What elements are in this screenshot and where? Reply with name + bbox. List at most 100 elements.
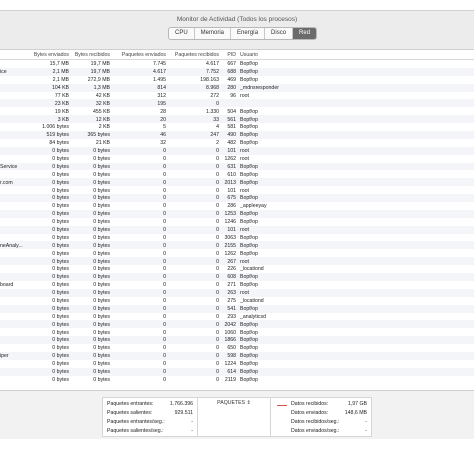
table-row[interactable]: 84 bytes 21 KB 32 2 482 Bopf/op <box>0 139 474 147</box>
cell-packets-received: 0 <box>216 337 219 344</box>
table-row[interactable]: 0 bytes 0 bytes 0 0 293 _analyticsd <box>0 313 474 321</box>
cell-bytes-sent: 0 bytes <box>52 155 69 162</box>
cell-bytes-received: 0 bytes <box>93 163 110 170</box>
table-row[interactable]: 519 bytes 365 bytes 46 247 490 Bopf/op <box>0 131 474 139</box>
packets-in-stat: Paquetes entrantes: 1.766.396 <box>107 400 193 408</box>
table-row[interactable]: r.com 0 bytes 0 bytes 0 0 2013 Bopf/op <box>0 178 474 187</box>
cell-pid: 275 <box>227 298 236 305</box>
table-row[interactable]: 0 bytes 0 bytes 0 0 610 Bopf/op <box>0 170 474 178</box>
table-row[interactable]: iper 0 bytes 0 bytes 0 0 598 Bopf/op <box>0 351 474 360</box>
column-packets-sent[interactable]: Paquetes enviados <box>122 52 166 58</box>
table-row[interactable]: 3 KB 12 KB 20 33 561 Bopf/op <box>0 115 474 124</box>
table-row[interactable]: 0 bytes 0 bytes 0 0 226 _locationd <box>0 265 474 273</box>
data-panel: Datos recibidos: 1,97 GB Datos enviados:… <box>270 397 372 437</box>
table-row[interactable]: 0 bytes 0 bytes 0 0 1262 Bopf/op <box>0 249 474 257</box>
table-row[interactable]: 104 KB 1,3 MB 814 8.968 280 _mdnsresponder <box>0 83 474 92</box>
packets-in-label: Paquetes entrantes: <box>107 401 154 407</box>
cell-bytes-sent: 0 bytes <box>52 250 69 257</box>
cell-user: Bopf/op <box>240 353 258 360</box>
cell-bytes-sent: 19 KB <box>54 108 69 115</box>
cell-bytes-received: 21 KB <box>95 140 110 147</box>
cell-bytes-received: 0 bytes <box>93 353 110 360</box>
packets-out-per-sec-value: - <box>191 428 193 434</box>
cell-bytes-received: 0 bytes <box>93 345 110 352</box>
table-row[interactable]: 0 bytes 0 bytes 0 0 3063 Bopf/op <box>0 234 474 242</box>
cell-user: Bopf/op <box>240 179 258 186</box>
table-row[interactable]: 0 bytes 0 bytes 0 0 267 root <box>0 257 474 266</box>
table-row[interactable]: 0 bytes 0 bytes 0 0 2042 Bopf/op <box>0 320 474 329</box>
table-row[interactable]: ice 2,1 MB 19,7 MB 4.617 7.752 688 Bopf/op <box>0 67 474 76</box>
cell-bytes-received: 0 bytes <box>93 211 110 218</box>
table-row[interactable]: 0 bytes 0 bytes 0 0 1060 Bopf/op <box>0 328 474 336</box>
cell-user: root <box>240 92 249 99</box>
column-user[interactable]: Usuario <box>240 52 258 58</box>
cell-packets-received: 4 <box>216 124 219 131</box>
table-row[interactable]: Service 0 bytes 0 bytes 0 0 631 Bopf/op <box>0 162 474 171</box>
cell-packets-sent: 0 <box>163 227 166 233</box>
cell-pid: 2155 <box>224 242 236 249</box>
table-row[interactable]: board 0 bytes 0 bytes 0 0 271 Bopf/op <box>0 281 474 289</box>
table-row[interactable]: 0 bytes 0 bytes 0 0 541 Bopf/op <box>0 304 474 313</box>
cell-packets-sent: 0 <box>163 242 166 249</box>
cell-bytes-sent: 0 bytes <box>52 282 69 289</box>
table-row[interactable]: 0 bytes 0 bytes 0 0 1246 Bopf/op <box>0 218 474 226</box>
table-row[interactable]: 0 bytes 0 bytes 0 0 1253 Bopf/op <box>0 209 474 218</box>
table-row[interactable]: 19 KB 455 KB 28 1.330 504 Bopf/op <box>0 107 474 115</box>
cell-packets-sent: 0 <box>163 155 166 162</box>
column-bytes-sent[interactable]: Bytes enviados <box>34 52 69 58</box>
data-sent-per-sec-stat: Datos enviados/seg.: - <box>291 427 367 435</box>
cell-pid: 267 <box>227 258 236 265</box>
cell-packets-sent: 0 <box>163 361 166 368</box>
cell-packets-received: 0 <box>216 187 219 194</box>
tab-energy[interactable]: Energía <box>231 28 266 39</box>
table-row[interactable]: 0 bytes 0 bytes 0 0 1224 Bopf/op <box>0 360 474 368</box>
tab-network[interactable]: Red <box>293 28 317 39</box>
table-row[interactable]: 77 KB 42 KB 312 272 96 root <box>0 92 474 100</box>
column-bytes-received[interactable]: Bytes recibidos <box>75 52 110 58</box>
cell-pid: 101 <box>227 187 236 194</box>
cell-bytes-received: 0 bytes <box>93 369 110 376</box>
cell-bytes-sent: 0 bytes <box>52 290 69 297</box>
table-row[interactable]: 0 bytes 0 bytes 0 0 101 root <box>0 186 474 194</box>
cell-user: root <box>240 148 249 155</box>
table-row[interactable]: 0 bytes 0 bytes 0 0 608 Bopf/op <box>0 273 474 281</box>
table-row[interactable]: 0 bytes 0 bytes 0 0 650 Bopf/op <box>0 344 474 352</box>
cell-pid: 631 <box>227 163 236 170</box>
cell-bytes-sent: 0 bytes <box>52 329 69 336</box>
table-row[interactable]: 23 KB 32 KB 195 0 <box>0 99 474 108</box>
tab-cpu[interactable]: CPU <box>169 28 195 39</box>
table-row[interactable]: neAnaly... 0 bytes 0 bytes 0 0 2155 Bopf/op <box>0 241 474 250</box>
table-row[interactable]: 1.006 bytes 2 KB 5 4 581 Bopf/op <box>0 123 474 131</box>
table-row[interactable]: 0 bytes 0 bytes 0 0 275 _locationd <box>0 297 474 305</box>
table-row[interactable]: 0 bytes 0 bytes 0 0 2119 Bopf/op <box>0 376 474 384</box>
table-row[interactable]: 0 bytes 0 bytes 0 0 1866 Bopf/op <box>0 336 474 345</box>
cell-bytes-received: 1,3 MB <box>93 84 110 91</box>
cell-packets-received: 0 <box>216 242 219 249</box>
graph-mode-selector[interactable]: PAQUETES ⇕ <box>198 400 270 406</box>
table-row[interactable]: 0 bytes 0 bytes 0 0 286 _appleeyay <box>0 202 474 210</box>
cell-user: root <box>240 290 249 297</box>
cell-packets-sent: 0 <box>163 337 166 344</box>
tab-memory[interactable]: Memoria <box>195 28 232 39</box>
table-row[interactable]: 0 bytes 0 bytes 0 0 101 root <box>0 146 474 155</box>
cell-user: _mdnsresponder <box>240 84 279 91</box>
table-row[interactable]: 15,7 MB 19,7 MB 7.745 4.617 667 Bopf/op <box>0 60 474 68</box>
graph-panel: PAQUETES ⇕ <box>197 397 271 437</box>
cell-packets-sent: 0 <box>163 179 166 186</box>
tab-disk[interactable]: Disco <box>265 28 294 39</box>
column-pid[interactable]: PID <box>227 52 236 58</box>
cell-packets-received: 8.968 <box>206 84 219 91</box>
table-row[interactable]: 2,1 MB 272,9 MB 1.495 198.163 469 Bopf/op <box>0 76 474 84</box>
table-row[interactable]: 0 bytes 0 bytes 0 0 1262 root <box>0 155 474 163</box>
table-row[interactable]: 0 bytes 0 bytes 0 0 675 Bopf/op <box>0 194 474 203</box>
column-packets-received[interactable]: Paquetes recibidos <box>175 52 219 58</box>
cell-packets-received: 0 <box>216 329 219 336</box>
cell-bytes-sent: 519 bytes <box>46 132 70 139</box>
up-down-arrows-icon: ⇕ <box>246 400 251 406</box>
cell-packets-received: 0 <box>216 345 219 352</box>
table-row[interactable]: 0 bytes 0 bytes 0 0 263 root <box>0 288 474 297</box>
cell-user: Bopf/op <box>240 171 258 178</box>
cell-packets-received: 0 <box>216 100 219 107</box>
table-row[interactable]: 0 bytes 0 bytes 0 0 614 Bopf/op <box>0 367 474 376</box>
table-row[interactable]: 0 bytes 0 bytes 0 0 101 root <box>0 225 474 234</box>
